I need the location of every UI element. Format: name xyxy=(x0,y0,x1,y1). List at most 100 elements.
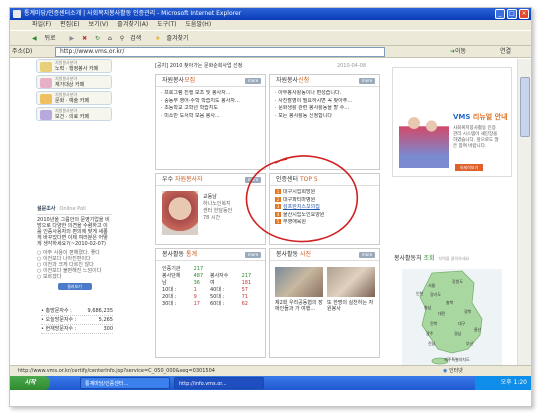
apply-title-b: 신청 xyxy=(298,77,310,84)
map-region-label[interactable]: 전북 xyxy=(430,321,437,327)
home-icon[interactable]: ⌂ xyxy=(108,35,112,42)
banner-detail-button[interactable]: 자세히보기 xyxy=(455,164,483,171)
list-item[interactable]: · 문화생활 관련 봉사활동을 할 수... xyxy=(275,105,374,113)
list-item[interactable]: · 프로그램 진행 보조 및 봉사자... xyxy=(161,90,260,98)
go-button[interactable]: ➔이동 xyxy=(450,46,466,58)
close-button[interactable]: × xyxy=(519,9,529,19)
menu-tools[interactable]: 도구(T) xyxy=(157,21,176,28)
map-region-label[interactable]: 경남 xyxy=(454,331,461,337)
list-item[interactable]: · 모든 봉사활동 신청합니다 xyxy=(275,113,374,121)
back-arrow-icon: ◀ xyxy=(32,35,37,42)
category-cafe-4[interactable]: 지원봉사분야 보건 · 의료 카페 xyxy=(36,107,112,121)
poll-title: 설문조사 xyxy=(37,206,56,212)
map-region-label[interactable]: 경북 xyxy=(464,309,471,315)
list-item[interactable]: · 초등학교 고학년 학습지도 xyxy=(161,105,260,113)
category-cafe-2[interactable]: 지원봉사분야 재가대상 카페 xyxy=(36,75,112,89)
favorites-button[interactable]: ★ 즐겨찾기 xyxy=(155,35,194,42)
map-region-label[interactable]: 광주 xyxy=(426,331,433,337)
scroll-thumb[interactable] xyxy=(520,77,530,137)
map-region-label[interactable]: 전남 xyxy=(428,341,435,347)
search-icon: ⚲ xyxy=(119,35,125,42)
poll-option[interactable]: ○ 모르겠다 xyxy=(37,274,112,280)
map-region-label[interactable]: 서울 xyxy=(428,283,435,289)
map-region-label[interactable]: 대전 xyxy=(438,311,445,317)
map-region-label[interactable]: 제주특별자치도 xyxy=(444,357,470,363)
recruit-more-button[interactable]: more xyxy=(245,78,261,84)
stat-value: 5,265 xyxy=(98,317,113,323)
table-cell: 인증기관 xyxy=(162,266,181,272)
forward-button[interactable]: ▶ xyxy=(70,35,75,42)
menu-help[interactable]: 도움말(H) xyxy=(185,21,211,28)
poll-header: 설문조사 Online Poll xyxy=(37,205,112,215)
list-item[interactable]: · 아무봉사활동이나 편성습니다. xyxy=(275,90,374,98)
apply-list: · 아무봉사활동이나 편성습니다. · 사진촬영이 필요하시면 꼭 찾아주...… xyxy=(270,87,379,123)
banner-title-b: 리뉴얼 안내 xyxy=(472,113,508,121)
browser-window: 통계마당/인증센터소개 | 사회복지봉사활동 인증관리 - Microsoft … xyxy=(9,7,532,407)
map-region-label[interactable]: 대구 xyxy=(458,321,465,327)
table-cell: 60대 : xyxy=(209,301,225,307)
map-title-b: 조회 xyxy=(423,255,435,262)
table-cell: 30대 : xyxy=(162,301,177,307)
map-region-label[interactable]: 울산 xyxy=(474,327,481,333)
table-cell: 36 xyxy=(193,279,200,286)
activity-stats-panel: 봉사활동 통계 more 인증기관 217 봉사단체 487 봉사자수 217 남 36 여… xyxy=(155,248,266,358)
poll-subtitle: Online Poll xyxy=(59,206,86,212)
refresh-icon[interactable]: ↻ xyxy=(95,35,100,42)
stat-label: 현재방문자수 : xyxy=(45,326,77,332)
map-region-label[interactable]: 경기도 xyxy=(430,292,441,298)
taskbar-task[interactable]: http://info.vms.or... xyxy=(174,377,264,389)
map-region-label[interactable]: 인천 xyxy=(416,291,423,297)
search-button[interactable]: ⚲ 검색 xyxy=(120,35,147,42)
map-region-label[interactable]: 부산 xyxy=(466,341,473,347)
table-row: 10대 : 1 40대 : 57 xyxy=(162,286,258,294)
list-item[interactable]: · 미소반 도서학 모음 봉사... xyxy=(161,113,260,121)
table-cell: 1 xyxy=(193,286,197,293)
vertical-scrollbar[interactable] xyxy=(517,59,531,365)
back-button[interactable]: ◀ 뒤로 xyxy=(32,35,62,42)
poll-result-button[interactable]: 결과보기 xyxy=(57,283,92,290)
category-cafe-1[interactable]: 지원봉사분야 노력 · 행정봉사 카페 xyxy=(36,59,112,73)
menu-favorites[interactable]: 즐겨찾기(A) xyxy=(117,21,148,28)
apply-more-button[interactable]: more xyxy=(359,78,375,84)
address-input[interactable]: http://www.vms.or.kr/ xyxy=(55,47,385,57)
menu-view[interactable]: 보기(V) xyxy=(89,21,109,28)
photo-caption[interactable]: 제2회 우리공동협의 장애인들과 가 여행... xyxy=(275,300,323,312)
photo-thumb[interactable] xyxy=(275,267,323,297)
category-name: 문화 · 예술 카페 xyxy=(55,98,89,104)
table-cell: 봉사자수 xyxy=(209,273,229,279)
links-button[interactable]: 연결 xyxy=(500,46,511,58)
notice-text: [공지] 2010 찾아가는 문화순회사업 선정 xyxy=(155,63,243,69)
address-label: 주소(D) xyxy=(12,48,33,55)
minimize-button[interactable]: _ xyxy=(495,9,505,19)
photo-thumb[interactable] xyxy=(327,267,375,297)
activity-stats-table: 인증기관 217 봉사단체 487 봉사자수 217 남 36 여 181 10대 : 1 40대… xyxy=(162,265,258,308)
photo-caption[interactable]: 또 한명의 실천하는 자원봉사 xyxy=(327,300,375,312)
activity-title-b: 통계 xyxy=(186,251,198,258)
start-button[interactable]: 시작 xyxy=(10,376,50,390)
map-region-label[interactable]: 강원도 xyxy=(452,279,463,285)
list-item[interactable]: · 중동부 영어·수학 학습지도 봉사자... xyxy=(161,98,260,106)
table-cell: 40대 : xyxy=(209,287,225,293)
volunteer-icon xyxy=(40,94,52,104)
korea-map[interactable]: 강원도 서울 인천 경기도 충북 충남 대전 경북 전북 대구 울산 경남 광주… xyxy=(402,269,502,365)
map-region-label[interactable]: 충북 xyxy=(446,300,453,306)
renewal-banner[interactable]: VMS 리뉴얼 안내 사회복지봉사활동 인증관리 시스템이 새단장을 하였습니다… xyxy=(392,67,512,177)
banner-people-illustration xyxy=(399,108,449,168)
stat-value: 9,686,235 xyxy=(87,308,113,314)
activity-more-button[interactable]: more xyxy=(245,252,261,258)
search-label: 검색 xyxy=(130,35,142,42)
list-item[interactable]: · 사진촬영이 필요하시면 꼭 찾아주... xyxy=(275,98,374,106)
globe-icon: ◉ xyxy=(443,368,448,374)
map-title-a: 봉사활동처 xyxy=(394,255,422,262)
notice-line[interactable]: [공지] 2010 찾아가는 문화순회사업 선정 2010-04-08 xyxy=(155,59,380,73)
taskbar-task[interactable]: 통계마당/인증센터... xyxy=(80,377,170,389)
stat-label: 총방문자수 : xyxy=(45,308,72,314)
maximize-button[interactable]: □ xyxy=(507,9,517,19)
menu-edit[interactable]: 편집(E) xyxy=(60,21,80,28)
map-region-label[interactable]: 충남 xyxy=(424,305,431,311)
stop-icon[interactable]: ✖ xyxy=(82,35,87,42)
stat-current: • 현재방문자수 :300 xyxy=(41,326,113,334)
photo-more-button[interactable]: more xyxy=(359,252,375,258)
category-cafe-3[interactable]: 지원봉사분야 문화 · 예술 카페 xyxy=(36,91,112,105)
menu-file[interactable]: 파일(F) xyxy=(32,21,51,28)
